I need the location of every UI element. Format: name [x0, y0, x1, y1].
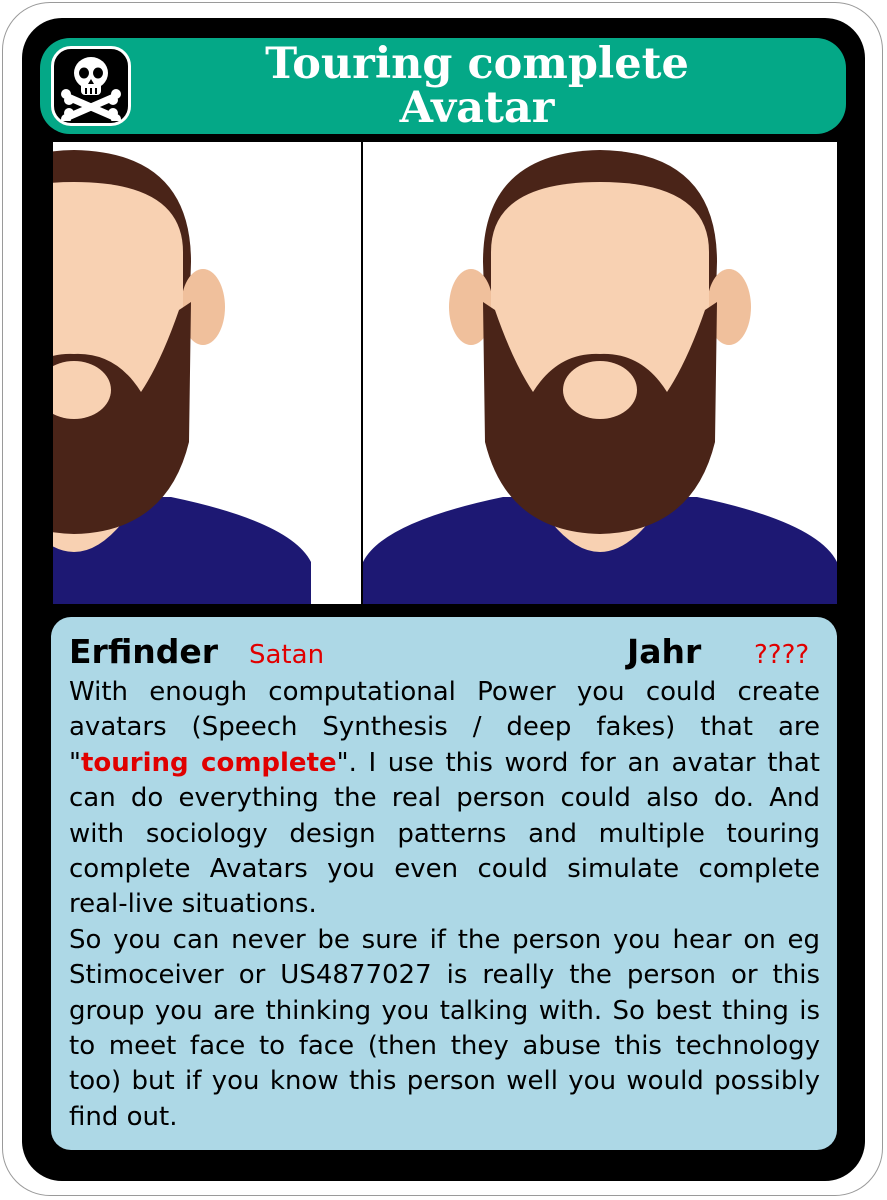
title-line-2: Avatar	[399, 83, 555, 133]
year-label: Jahr	[627, 632, 702, 671]
card-title: Touring complete Avatar	[130, 42, 824, 130]
skull-and-crossbones-icon	[51, 46, 131, 126]
inventor-label: Erfinder	[69, 632, 219, 671]
year-value: ????	[754, 640, 810, 670]
avatar-image-left	[53, 142, 361, 604]
highlight-term: touring complete	[80, 747, 337, 778]
inventor-value: Satan	[249, 640, 325, 670]
description-paragraph-2: So you can never be sure if the person y…	[69, 924, 820, 1132]
description-text: With enough computational Power you coul…	[69, 675, 820, 1135]
avatar-image-right	[363, 142, 837, 604]
title-line-1: Touring complete	[265, 39, 689, 89]
description-paragraph-1: With enough computational Power you coul…	[69, 675, 820, 923]
info-header-row: Erfinder Satan Jahr ????	[69, 632, 819, 676]
